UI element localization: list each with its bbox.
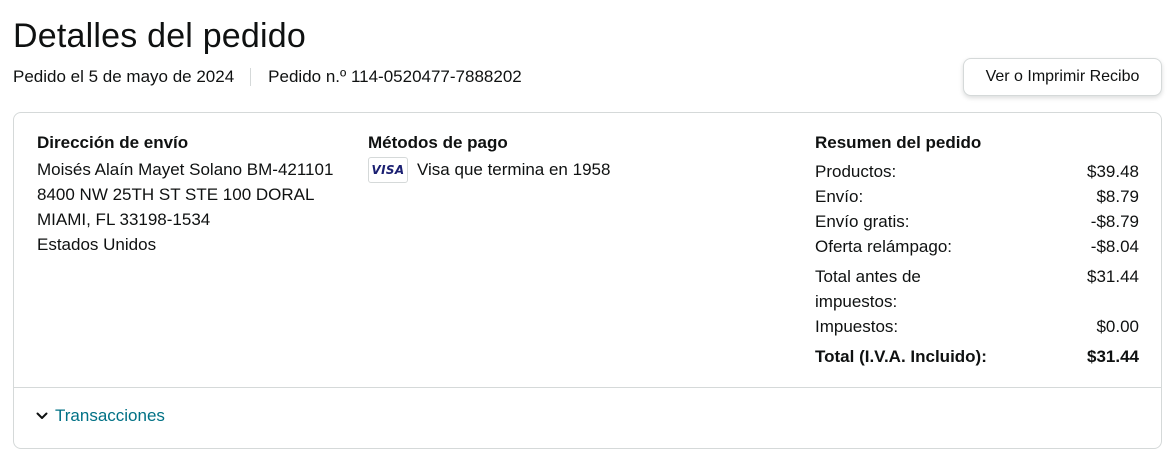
- transactions-toggle[interactable]: Transacciones: [36, 406, 165, 426]
- summary-row-free-shipping: Envío gratis: -$8.79: [815, 209, 1139, 234]
- summary-value: $31.44: [1087, 267, 1139, 286]
- summary-label: Impuestos:: [815, 317, 899, 336]
- order-summary-section: Resumen del pedido Productos: $39.48 Env…: [815, 132, 1139, 369]
- address-line: MIAMI, FL 33198-1534: [37, 210, 211, 229]
- summary-row-taxes: Impuestos: $0.00: [815, 314, 1139, 339]
- shipping-address-section: Dirección de envío Moisés Alaín Mayet So…: [37, 132, 333, 257]
- summary-total-label: Total (I.V.A. Incluido):: [815, 347, 987, 366]
- payment-method: VISA Visa que termina en 1958: [368, 157, 610, 183]
- summary-label: Total antes de impuestos:: [815, 267, 921, 311]
- transactions-label[interactable]: Transacciones: [55, 406, 165, 426]
- order-card-details: Dirección de envío Moisés Alaín Mayet So…: [14, 113, 1161, 388]
- order-card: Dirección de envío Moisés Alaín Mayet So…: [13, 112, 1162, 449]
- shipping-address: Moisés Alaín Mayet Solano BM-421101 8400…: [37, 157, 333, 257]
- summary-value: $8.79: [1096, 187, 1139, 206]
- payment-heading: Métodos de pago: [368, 133, 508, 152]
- summary-value: -$8.04: [1090, 237, 1139, 256]
- meta-divider: [250, 68, 252, 86]
- summary-label: Oferta relámpago:: [815, 237, 953, 256]
- summary-heading: Resumen del pedido: [815, 133, 982, 152]
- page-title: Detalles del pedido: [13, 17, 306, 55]
- payment-card-text: Visa que termina en 1958: [417, 160, 611, 179]
- summary-row-lightning-deal: Oferta relámpago: -$8.04: [815, 234, 1139, 259]
- summary-total-value: $31.44: [1087, 347, 1139, 366]
- summary-list: Productos: $39.48 Envío: $8.79 Envío gra…: [815, 159, 1139, 369]
- summary-value: -$8.79: [1090, 212, 1139, 231]
- address-line: Moisés Alaín Mayet Solano BM-421101: [37, 160, 334, 179]
- summary-value: $39.48: [1087, 162, 1139, 181]
- order-date: Pedido el 5 de mayo de 2024: [13, 67, 235, 86]
- print-receipt-button[interactable]: Ver o Imprimir Recibo: [963, 58, 1162, 96]
- summary-value: $0.00: [1096, 317, 1139, 336]
- summary-label: Productos:: [815, 162, 897, 181]
- payment-methods-section: Métodos de pago VISA Visa que termina en…: [368, 132, 610, 183]
- chevron-down-icon: [36, 412, 48, 419]
- summary-row-grand-total: Total (I.V.A. Incluido): $31.44: [815, 344, 1139, 369]
- address-line: 8400 NW 25TH ST STE 100 DORAL: [37, 185, 315, 204]
- order-meta: Pedido el 5 de mayo de 2024 Pedido n.º 1…: [13, 66, 522, 88]
- order-number: Pedido n.º 114-0520477-7888202: [268, 67, 522, 86]
- summary-label: Envío gratis:: [815, 212, 910, 231]
- summary-row-products: Productos: $39.48: [815, 159, 1139, 184]
- summary-row-pretax-total: Total antes de impuestos: $31.44: [815, 264, 1139, 314]
- shipping-heading: Dirección de envío: [37, 133, 189, 152]
- visa-card-icon: VISA: [368, 157, 408, 183]
- summary-label: Envío:: [815, 187, 864, 206]
- summary-row-shipping: Envío: $8.79: [815, 184, 1139, 209]
- address-line: Estados Unidos: [37, 235, 157, 254]
- order-details-page: Detalles del pedido Pedido el 5 de mayo …: [0, 0, 1172, 457]
